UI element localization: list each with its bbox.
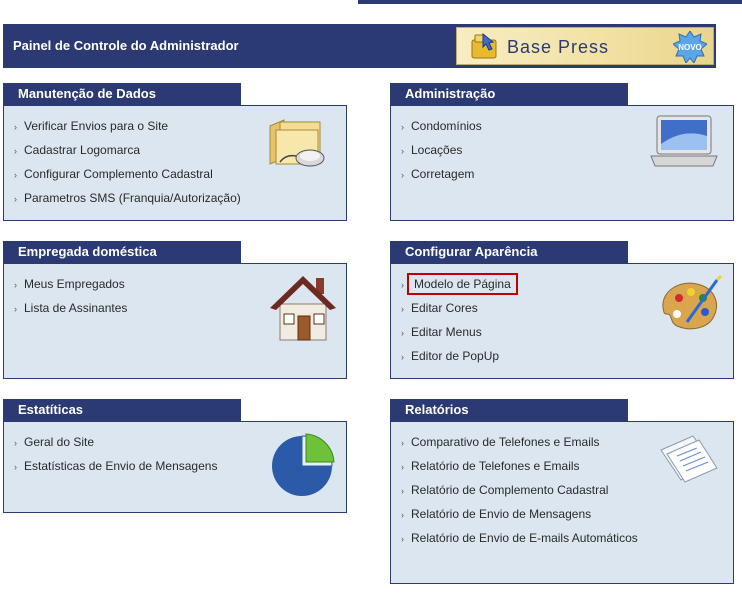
panel-box: › Verificar Envios para o Site › Cadastrar… (3, 105, 347, 221)
pie-chart-icon (272, 433, 335, 496)
menu-item[interactable]: › Relatório de Complemento Cadastral (401, 482, 638, 506)
novo-badge-icon: NOVO (673, 31, 707, 63)
menu-item[interactable]: › Corretagem (401, 166, 482, 190)
menu-item[interactable]: › Parametros SMS (Franquia/Autorização) (14, 190, 241, 214)
menu-item[interactable]: › Editor de PopUp (401, 348, 514, 372)
panel-box: › Condomínios › Locações › Corretagem (390, 105, 734, 221)
menu-item[interactable]: › Meus Empregados (14, 276, 127, 300)
menu-item-modelo-de-pagina[interactable]: › Modelo de Página (401, 273, 518, 300)
menu-item[interactable]: › Relatório de Envio de Mensagens (401, 506, 638, 530)
menu-item[interactable]: › Locações (401, 142, 482, 166)
menu-item[interactable]: › Estatísticas de Envio de Mensagens (14, 458, 217, 482)
menu-item[interactable]: › Geral do Site (14, 434, 217, 458)
menu-item[interactable]: › Lista de Assinantes (14, 300, 127, 324)
palette-icon (662, 274, 723, 330)
folder-logo-icon (471, 32, 497, 59)
menu-item[interactable]: › Relatório de Envio de E-mails Automátic… (401, 530, 638, 554)
documents-icon (660, 435, 718, 483)
panel-title: Administração (390, 83, 628, 105)
menu-item[interactable]: › Comparativo de Telefones e Emails (401, 434, 638, 458)
panel-box: › Modelo de Página › Editar Cores › Editar … (390, 263, 734, 379)
panel-box: › Geral do Site › Estatísticas de Envio de… (3, 421, 347, 513)
panel-title: Manutenção de Dados (3, 83, 241, 105)
base-press-logo[interactable]: Base Press NOVO (456, 27, 714, 65)
panel-title: Estatíticas (3, 399, 241, 421)
panel-box: › Comparativo de Telefones e Emails › Rela… (390, 421, 734, 584)
logo-text: Base Press (507, 37, 610, 57)
menu-item[interactable]: › Condomínios (401, 118, 482, 142)
panel-title: Relatórios (390, 399, 628, 421)
menu-item[interactable]: › Editar Cores (401, 300, 514, 324)
menu-item[interactable]: › Relatório de Telefones e Emails (401, 458, 638, 482)
menu-item[interactable]: › Editar Menus (401, 324, 514, 348)
laptop-icon (650, 115, 718, 167)
panel-box: › Meus Empregados › Lista de Assinantes (3, 263, 347, 379)
page-title: Painel de Controle do Administrador (13, 38, 239, 53)
top-accent-line (358, 0, 742, 4)
menu-item[interactable]: › Configurar Complemento Cadastral (14, 166, 241, 190)
menu-item[interactable]: › Verificar Envios para o Site (14, 118, 241, 142)
admin-header: Painel de Controle do Administrador Base… (3, 24, 716, 68)
house-icon (270, 276, 336, 341)
menu-item[interactable]: › Cadastrar Logomarca (14, 142, 241, 166)
novo-badge-label: NOVO (678, 43, 702, 52)
folder-mouse-icon (269, 119, 325, 167)
panel-title: Empregada doméstica (3, 241, 241, 263)
panel-title: Configurar Aparência (390, 241, 628, 263)
